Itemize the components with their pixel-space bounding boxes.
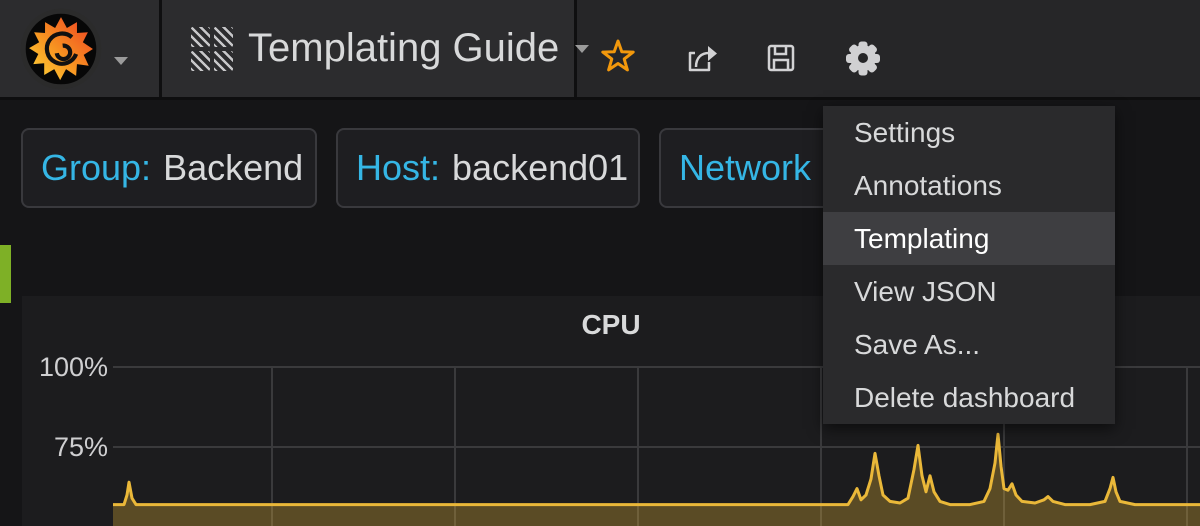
variable-label: Host:: [356, 147, 440, 189]
row-collapse-tab[interactable]: [0, 245, 11, 303]
dashboard-title-button[interactable]: Templating Guide: [162, 0, 577, 97]
variable-label: Group:: [41, 147, 151, 189]
y-axis-tick-75: 75%: [54, 432, 108, 462]
save-icon[interactable]: [763, 40, 799, 76]
y-axis-tick-100: 100%: [39, 352, 108, 382]
menu-item-view-json[interactable]: View JSON: [823, 265, 1115, 318]
grafana-logo-icon: [19, 7, 103, 91]
share-icon[interactable]: [683, 40, 719, 76]
menu-item-templating[interactable]: Templating: [823, 212, 1115, 265]
variable-selector-group[interactable]: Group: Backend: [21, 128, 317, 208]
menu-item-save-as[interactable]: Save As...: [823, 318, 1115, 371]
dashboard-settings-menu: Settings Annotations Templating View JSO…: [823, 106, 1115, 424]
logo-dropdown-caret-icon[interactable]: [114, 57, 128, 65]
menu-item-delete-dashboard[interactable]: Delete dashboard: [823, 371, 1115, 424]
variable-label: Network i: [679, 147, 829, 189]
menu-item-annotations[interactable]: Annotations: [823, 159, 1115, 212]
variable-value: backend01: [452, 147, 628, 189]
menu-item-settings[interactable]: Settings: [823, 106, 1115, 159]
dashboard-title: Templating Guide: [248, 26, 559, 71]
dashboard-grid-icon: [191, 27, 233, 71]
variable-value: Backend: [163, 147, 303, 189]
logo-section[interactable]: [0, 0, 162, 97]
top-navbar: Templating Guide: [0, 0, 1200, 100]
variable-selector-host[interactable]: Host: backend01: [336, 128, 640, 208]
gear-icon[interactable]: [845, 40, 881, 76]
title-dropdown-caret-icon: [575, 45, 589, 53]
star-icon[interactable]: [599, 36, 637, 76]
